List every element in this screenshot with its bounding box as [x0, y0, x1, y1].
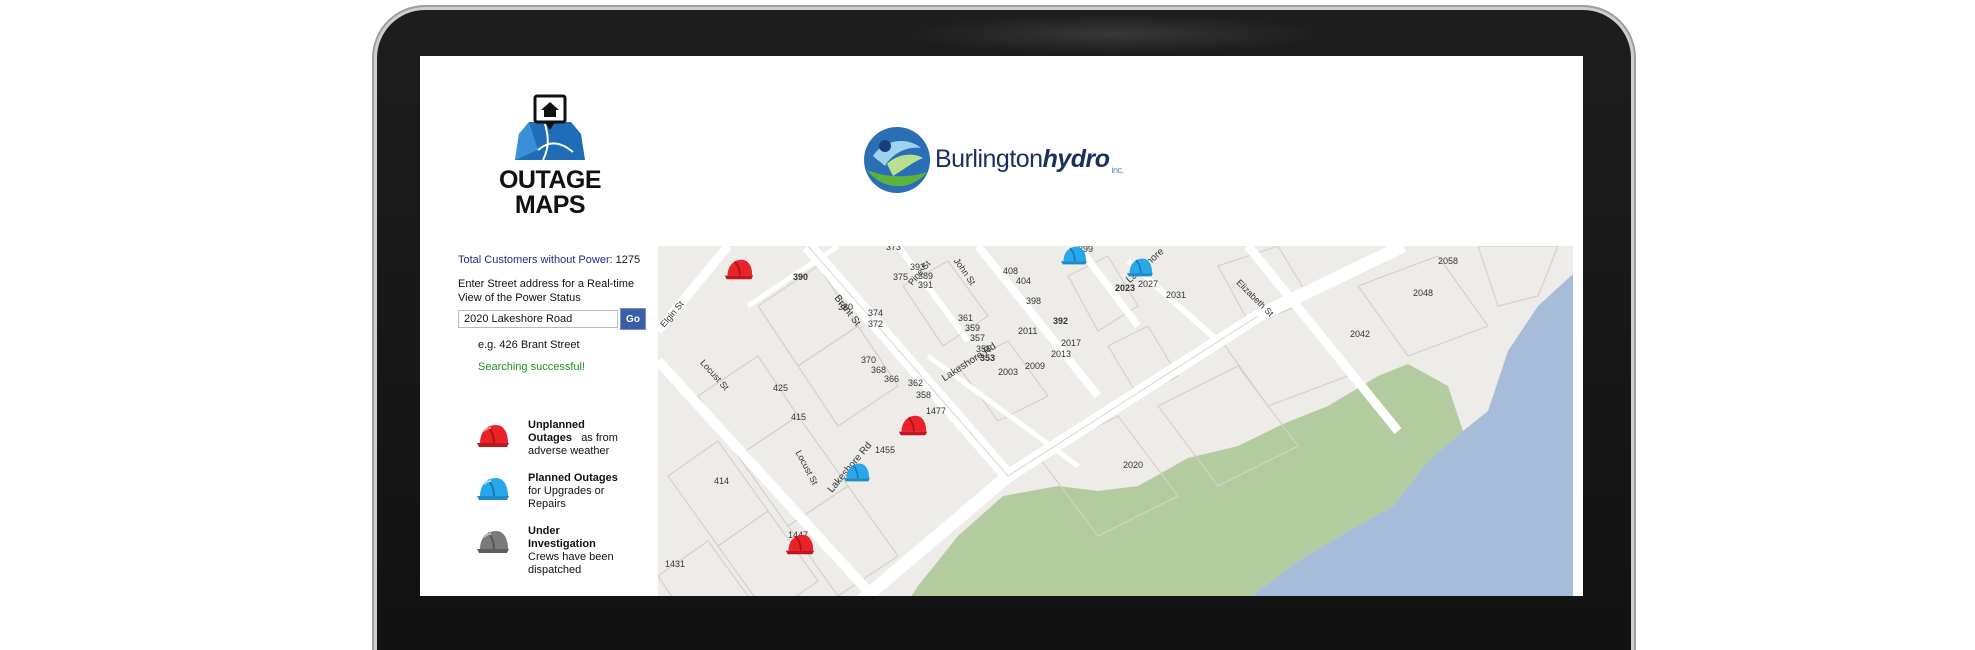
burlington-hydro-globe-icon: [864, 127, 930, 193]
address-prompt: Enter Street address for a Real-time Vie…: [458, 277, 658, 305]
sidebar: Total Customers without Power: 1275 Enter…: [458, 254, 658, 373]
address-359: 359: [965, 323, 981, 333]
address-2011: 2011: [1018, 326, 1038, 336]
legend-planned: Planned Outages for Upgrades or Repairs: [476, 472, 656, 511]
address-372: 372: [868, 319, 884, 329]
total-customers-line: Total Customers without Power: 1275: [458, 254, 658, 266]
address-2023: 2023: [1115, 283, 1136, 293]
outage-logo-line2: MAPS: [514, 191, 586, 219]
outage-map[interactable]: Brant St Lakeshore Rd Lakeshore Rd Lakes…: [658, 246, 1573, 596]
address-353: 353: [980, 353, 996, 363]
legend-planned-title: Planned Outages: [528, 472, 618, 484]
address-357: 357: [970, 333, 986, 343]
address-370: 370: [861, 355, 877, 365]
total-customers-count: 1275: [615, 254, 641, 266]
total-customers-label: Total Customers without Power:: [458, 254, 613, 266]
red-hard-hat-icon: [477, 425, 509, 447]
legend-unplanned-title2: Outages: [528, 432, 573, 444]
address-358: 358: [916, 390, 932, 400]
outage-maps-logo: OUTAGE MAPS: [490, 94, 610, 218]
address-391: 391: [918, 280, 934, 290]
brand-name-bold: hydro: [1042, 145, 1110, 173]
legend-planned-desc1: for Upgrades or: [528, 485, 605, 497]
legend-investigation-title1: Under: [528, 525, 560, 537]
legend-planned-desc2: Repairs: [528, 498, 566, 510]
gray-hard-hat-icon: [477, 531, 509, 553]
brand-name-regular: Burlington: [935, 145, 1043, 173]
address-1477: 1477: [926, 406, 947, 416]
address-404: 404: [1016, 276, 1032, 286]
burlington-hydro-logo: Burlingtonhydro inc.: [863, 126, 1124, 194]
legend: Unplanned Outages as from adverse weathe…: [476, 419, 656, 591]
address-374: 374: [868, 308, 884, 318]
red-hard-hat-icon[interactable]: [724, 258, 754, 281]
address-1455: 1455: [875, 445, 896, 455]
address-392: 392: [1053, 316, 1069, 326]
blue-hard-hat-icon: [477, 478, 509, 500]
address-375: 375: [893, 272, 909, 282]
screen: OUTAGE MAPS Burlingtonhydro inc. Total Cu…: [420, 56, 1583, 596]
address-2003: 2003: [998, 367, 1019, 377]
brand-suffix: inc.: [1111, 165, 1125, 175]
search-status: Searching successful!: [478, 361, 585, 373]
address-2058: 2058: [1438, 256, 1459, 266]
address-414: 414: [714, 476, 730, 486]
legend-investigation: Under Investigation Crews have been disp…: [476, 525, 656, 577]
address-361: 361: [958, 313, 974, 323]
screen-glare: [905, 14, 1325, 54]
legend-unplanned-desc1: as from: [581, 432, 618, 444]
red-hard-hat-icon[interactable]: [785, 533, 815, 556]
legend-investigation-desc2: dispatched: [528, 564, 582, 576]
go-button[interactable]: Go: [620, 308, 646, 330]
address-2042: 2042: [1350, 329, 1371, 339]
address-408: 408: [1003, 266, 1019, 276]
address-2020: 2020: [1123, 460, 1144, 470]
address-415: 415: [791, 412, 807, 422]
red-hard-hat-icon[interactable]: [898, 414, 928, 437]
address-2027: 2027: [1138, 279, 1159, 289]
address-prompt-line2: View of the Power Status: [458, 292, 581, 304]
address-2048: 2048: [1413, 288, 1434, 298]
address-2017: 2017: [1061, 338, 1082, 348]
address-425: 425: [773, 383, 789, 393]
example-address: e.g. 426 Brant Street: [478, 339, 580, 351]
address-prompt-line1: Enter Street address for a Real-time: [458, 278, 635, 290]
address-362: 362: [908, 378, 924, 388]
address-366: 366: [884, 374, 900, 384]
map-pin-house-icon: [515, 94, 585, 161]
blue-hard-hat-icon[interactable]: [1126, 257, 1154, 278]
address-2031: 2031: [1166, 290, 1187, 300]
legend-investigation-desc1: Crews have been: [528, 551, 614, 563]
legend-unplanned-desc2: adverse weather: [528, 445, 610, 457]
blue-hard-hat-icon[interactable]: [843, 462, 871, 483]
address-390: 390: [793, 272, 809, 282]
search-row: Go: [458, 308, 658, 330]
legend-unplanned-title1: Unplanned: [528, 419, 585, 431]
address-2009: 2009: [1025, 361, 1046, 371]
address-398: 398: [1026, 296, 1042, 306]
address-373: 373: [886, 246, 902, 252]
outage-logo-line1: OUTAGE: [498, 166, 602, 194]
legend-investigation-title2: Investigation: [528, 538, 596, 550]
blue-hard-hat-icon[interactable]: [1060, 246, 1088, 266]
address-2013: 2013: [1051, 349, 1072, 359]
address-search-input[interactable]: [458, 310, 618, 328]
legend-unplanned: Unplanned Outages as from adverse weathe…: [476, 419, 656, 458]
address-1431: 1431: [665, 559, 686, 569]
address-380: 380: [838, 302, 854, 312]
